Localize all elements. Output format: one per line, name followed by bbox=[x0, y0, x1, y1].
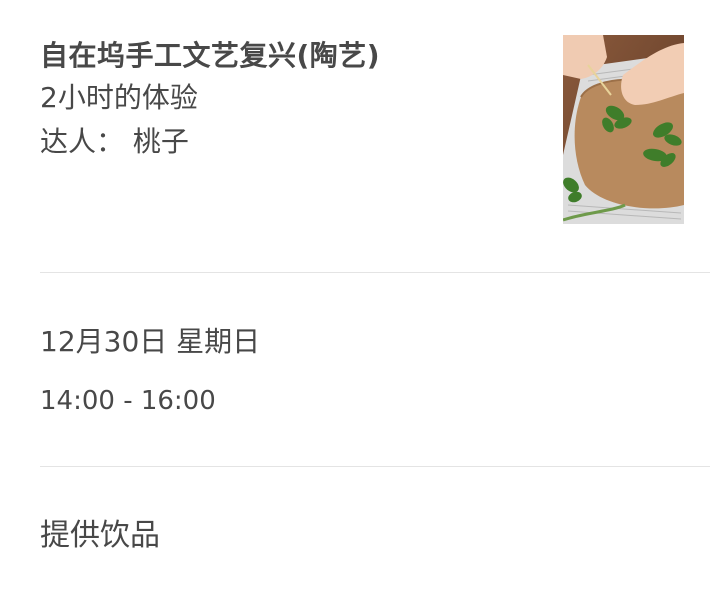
experience-header: 自在坞手工文艺复兴(陶艺) 2小时的体验 达人： 桃子 bbox=[40, 36, 540, 164]
schedule-date: 12月30日 星期日 bbox=[40, 325, 261, 358]
experience-thumbnail[interactable] bbox=[563, 35, 684, 224]
experience-host: 达人： 桃子 bbox=[40, 125, 189, 158]
craft-photo-thumbnail bbox=[563, 35, 684, 224]
amenity-item: 提供饮品 bbox=[40, 518, 160, 553]
divider-bottom bbox=[40, 466, 710, 467]
experience-duration: 2小时的体验 bbox=[40, 81, 198, 114]
schedule-time: 14:00 - 16:00 bbox=[40, 386, 216, 416]
divider-top bbox=[40, 272, 710, 273]
experience-title: 自在坞手工文艺复兴(陶艺) bbox=[40, 39, 381, 72]
